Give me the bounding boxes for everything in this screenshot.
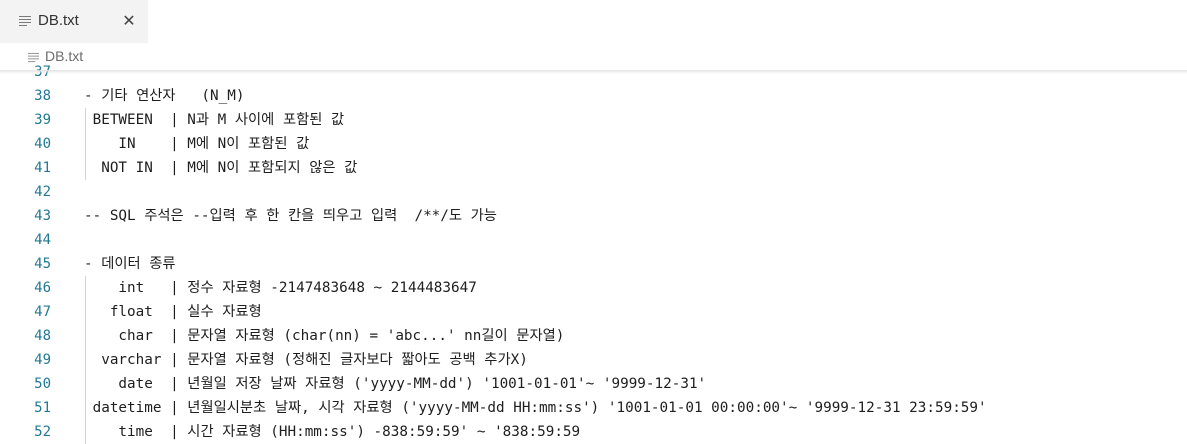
line-text: - 데이터 종류 (84, 256, 176, 272)
editor-line: 45 - 데이터 종류 (0, 252, 1187, 276)
editor-line: 52 time | 시간 자료형 (HH:mm:ss') -838:59:59'… (0, 420, 1187, 444)
line-number: 52 (34, 424, 51, 440)
line-text: varchar | 문자열 자료형 (정해진 글자보다 짧아도 공백 추가X) (84, 352, 528, 368)
line-text: time | 시간 자료형 (HH:mm:ss') -838:59:59' ~ … (84, 424, 581, 440)
editor-line: 44 (0, 228, 1187, 252)
line-number: 51 (34, 400, 51, 416)
close-icon[interactable]: ✕ (119, 11, 139, 31)
breadcrumb-shadow (0, 70, 1187, 74)
editor-line: 51 datetime | 년월일시분초 날짜, 시각 자료형 ('yyyy-M… (0, 396, 1187, 420)
line-number: 45 (34, 256, 51, 272)
line-number: 48 (34, 328, 51, 344)
editor-line: 47 float | 실수 자료형 (0, 300, 1187, 324)
line-number: 46 (34, 280, 51, 296)
line-text: float | 실수 자료형 (84, 304, 262, 320)
editor-line: 42 (0, 180, 1187, 204)
editor-line: 39 BETWEEN | N과 M 사이에 포함된 값 (0, 108, 1187, 132)
tab-bar-empty-area (148, 0, 1187, 43)
tab-label: DB.txt (38, 12, 79, 29)
line-text: datetime | 년월일시분초 날짜, 시각 자료형 ('yyyy-MM-d… (84, 400, 987, 416)
line-text: IN | M에 N이 포함된 값 (84, 136, 310, 152)
line-number: 40 (34, 136, 51, 152)
line-number: 38 (34, 88, 51, 104)
line-text: int | 정수 자료형 -2147483648 ~ 2144483647 (84, 280, 477, 296)
line-text: BETWEEN | N과 M 사이에 포함된 값 (84, 112, 345, 128)
line-number: 39 (34, 112, 51, 128)
editor-line: 48 char | 문자열 자료형 (char(nn) = 'abc...' n… (0, 324, 1187, 348)
tab-db-txt[interactable]: DB.txt ✕ (0, 0, 148, 43)
editor-line: 38 - 기타 연산자 (N_M) (0, 84, 1187, 108)
line-text: - 기타 연산자 (N_M) (84, 88, 245, 104)
line-number: 41 (34, 160, 51, 176)
line-number: 47 (34, 304, 51, 320)
editor-line: 40 IN | M에 N이 포함된 값 (0, 132, 1187, 156)
line-text: NOT IN | M에 N이 포함되지 않은 값 (84, 160, 358, 176)
editor-line: 50 date | 년월일 저장 날짜 자료형 ('yyyy-MM-dd') '… (0, 372, 1187, 396)
line-number: 49 (34, 352, 51, 368)
line-number: 43 (34, 208, 51, 224)
editor-line: 41 NOT IN | M에 N이 포함되지 않은 값 (0, 156, 1187, 180)
editor[interactable]: 37 38 - 기타 연산자 (N_M) 39 BETWEEN | N과 M 사… (0, 60, 1187, 444)
editor-line: 49 varchar | 문자열 자료형 (정해진 글자보다 짧아도 공백 추가… (0, 348, 1187, 372)
file-text-icon (19, 16, 31, 26)
tab-bar: DB.txt ✕ (0, 0, 1187, 43)
line-text: char | 문자열 자료형 (char(nn) = 'abc...' nn길이… (84, 328, 565, 344)
editor-line: 46 int | 정수 자료형 -2147483648 ~ 2144483647 (0, 276, 1187, 300)
line-number: 42 (34, 184, 51, 200)
line-text: date | 년월일 저장 날짜 자료형 ('yyyy-MM-dd') '100… (84, 376, 707, 392)
editor-line: 43 -- SQL 주석은 --입력 후 한 칸을 띄우고 입력 /**/도 가… (0, 204, 1187, 228)
line-number: 44 (34, 232, 51, 248)
line-text: -- SQL 주석은 --입력 후 한 칸을 띄우고 입력 /**/도 가능 (84, 208, 497, 224)
line-number: 50 (34, 376, 51, 392)
